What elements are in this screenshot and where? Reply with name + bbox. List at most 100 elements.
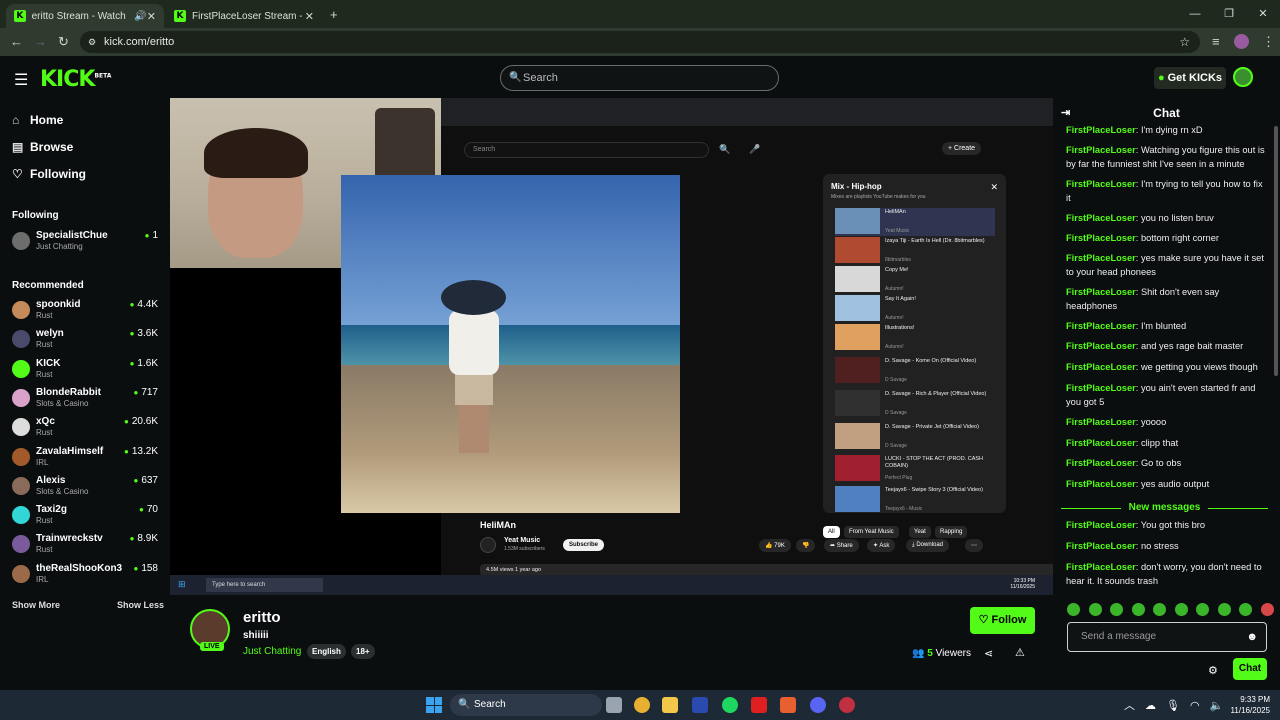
- chat-username[interactable]: FirstPlaceLoser: [1066, 458, 1136, 468]
- chat-scrollbar[interactable]: [1274, 126, 1278, 376]
- obs-icon[interactable]: [839, 697, 855, 713]
- forward-icon[interactable]: →: [34, 34, 47, 49]
- nav-home[interactable]: ⌂ Home: [12, 113, 63, 127]
- app-l-icon[interactable]: [692, 697, 708, 713]
- chat-input[interactable]: Send a message ☻: [1067, 622, 1267, 652]
- chat-username[interactable]: FirstPlaceLoser: [1066, 341, 1136, 351]
- browser-tab[interactable]: K FirstPlaceLoser Stream - Watch ✕: [166, 4, 322, 28]
- mic-icon[interactable]: 🎙: [1166, 699, 1180, 712]
- tray-chevron-icon[interactable]: ︿: [1124, 697, 1135, 713]
- chat-username[interactable]: FirstPlaceLoser: [1066, 213, 1136, 223]
- url-field[interactable]: ⚙ kick.com/eritto ☆: [80, 31, 1200, 53]
- youtube-icon[interactable]: [751, 697, 767, 713]
- report-icon[interactable]: ⚠: [1015, 646, 1025, 659]
- chat-username[interactable]: FirstPlaceLoser: [1066, 541, 1136, 551]
- sidebar-channel[interactable]: xQc Rust ● 20.6K: [12, 416, 162, 444]
- sidebar-channel[interactable]: Trainwreckstv Rust ● 8.9K: [12, 533, 162, 561]
- media-control-icon[interactable]: ≡: [1212, 34, 1220, 49]
- window-close-icon[interactable]: ✕: [1246, 0, 1280, 28]
- profile-avatar[interactable]: [1234, 34, 1249, 49]
- windows-start-icon[interactable]: [426, 697, 442, 713]
- browser-tab-active[interactable]: K eritto Stream - Watch Live o 🔊 ✕: [6, 4, 164, 28]
- stream-video-player[interactable]: Search 🔍 🎤 + Create Mix - Hip-hop Mixes …: [170, 98, 1053, 595]
- nav-following[interactable]: ♡ Following: [12, 167, 86, 181]
- chrome-icon[interactable]: [634, 697, 650, 713]
- chat-username[interactable]: FirstPlaceLoser: [1066, 562, 1136, 572]
- channel-username[interactable]: eritto: [243, 609, 281, 626]
- chat-username[interactable]: FirstPlaceLoser: [1066, 321, 1136, 331]
- sidebar-channel[interactable]: theRealShooKon3 IRL ● 158: [12, 563, 162, 591]
- emoji-picker-icon[interactable]: ☻: [1246, 623, 1258, 651]
- emote-icon[interactable]: [1217, 603, 1231, 616]
- new-tab-icon[interactable]: +: [330, 7, 338, 22]
- taskbar-clock[interactable]: 9:33 PM 11/16/2025: [1222, 694, 1270, 716]
- chat-username[interactable]: FirstPlaceLoser: [1066, 417, 1136, 427]
- tab-close-icon[interactable]: ✕: [147, 10, 156, 23]
- bookmark-star-icon[interactable]: ☆: [1179, 31, 1190, 53]
- chat-username[interactable]: FirstPlaceLoser: [1066, 479, 1136, 489]
- user-avatar[interactable]: [1233, 67, 1253, 87]
- discord-icon[interactable]: [810, 697, 826, 713]
- sidebar-channel[interactable]: Alexis Slots & Casino ● 637: [12, 475, 162, 503]
- tab-close-icon[interactable]: ✕: [305, 10, 314, 23]
- chat-username[interactable]: FirstPlaceLoser: [1066, 287, 1136, 297]
- new-messages-divider[interactable]: New messages: [1061, 502, 1268, 513]
- kick-logo[interactable]: KICKBETA: [40, 67, 111, 92]
- share-icon[interactable]: ⋖: [984, 647, 993, 660]
- emote-icon[interactable]: [1153, 603, 1167, 616]
- hamburger-menu-icon[interactable]: ☰: [14, 70, 28, 90]
- site-info-icon[interactable]: ⚙: [88, 31, 96, 53]
- chat-username[interactable]: FirstPlaceLoser: [1066, 253, 1136, 263]
- emote-icon[interactable]: [1239, 603, 1253, 616]
- channel-viewers: ● 637: [133, 475, 158, 486]
- tag-english[interactable]: English: [307, 644, 346, 659]
- sidebar-channel[interactable]: BlondeRabbit Slots & Casino ● 717: [12, 387, 162, 415]
- show-less-button[interactable]: Show Less: [117, 600, 164, 610]
- follow-button[interactable]: ♡ Follow: [970, 607, 1035, 634]
- restore-icon[interactable]: ❐: [1212, 0, 1246, 28]
- show-more-button[interactable]: Show More: [12, 600, 60, 610]
- emote-icon[interactable]: [1131, 603, 1145, 616]
- emote-icon[interactable]: [1067, 603, 1080, 616]
- get-kicks-button[interactable]: ● Get KICKs: [1154, 67, 1226, 89]
- speaker-icon[interactable]: 🔊: [134, 11, 146, 22]
- emote-icon[interactable]: [1174, 603, 1188, 616]
- tag-18plus[interactable]: 18+: [351, 644, 375, 659]
- chat-username[interactable]: FirstPlaceLoser: [1066, 145, 1136, 155]
- chat-username[interactable]: FirstPlaceLoser: [1066, 520, 1136, 530]
- sidebar-channel[interactable]: Taxi2g Rust ● 70: [12, 504, 162, 532]
- chat-send-button[interactable]: Chat: [1233, 658, 1267, 680]
- emote-icon[interactable]: [1196, 603, 1210, 616]
- browse-icon: ▤: [12, 140, 24, 154]
- chat-username[interactable]: FirstPlaceLoser: [1066, 362, 1136, 372]
- emote-icon[interactable]: [1260, 603, 1274, 616]
- stream-category-link[interactable]: Just Chatting: [243, 646, 301, 657]
- back-icon[interactable]: ←: [10, 34, 23, 49]
- browser-menu-icon[interactable]: ⋮: [1262, 34, 1275, 50]
- chat-settings-gear-icon[interactable]: ⚙: [1208, 664, 1218, 677]
- file-explorer-icon[interactable]: [662, 697, 678, 713]
- nav-browse[interactable]: ▤ Browse: [12, 140, 73, 154]
- search-input[interactable]: 🔍 Search: [500, 65, 779, 91]
- spotify-icon[interactable]: [722, 697, 738, 713]
- sidebar-channel[interactable]: SpecialistChue Just Chatting ● 1: [12, 230, 162, 258]
- wifi-icon[interactable]: ◠: [1190, 699, 1200, 712]
- chat-username[interactable]: FirstPlaceLoser: [1066, 438, 1136, 448]
- sidebar-channel[interactable]: ZavalaHimself IRL ● 13.2K: [12, 446, 162, 474]
- taskbar-search[interactable]: 🔍 Search: [450, 694, 602, 716]
- chat-username[interactable]: FirstPlaceLoser: [1066, 233, 1136, 243]
- task-view-icon[interactable]: [606, 697, 622, 713]
- reload-icon[interactable]: ↻: [58, 34, 69, 50]
- emote-icon[interactable]: [1088, 603, 1102, 616]
- cloud-icon[interactable]: ☁: [1145, 699, 1156, 712]
- chat-username[interactable]: FirstPlaceLoser: [1066, 126, 1136, 135]
- chat-username[interactable]: FirstPlaceLoser: [1066, 179, 1136, 189]
- chat-username[interactable]: FirstPlaceLoser: [1066, 383, 1136, 393]
- sidebar-channel[interactable]: spoonkid Rust ● 4.4K: [12, 299, 162, 327]
- emote-icon[interactable]: [1110, 603, 1124, 616]
- sidebar-channel[interactable]: welyn Rust ● 3.6K: [12, 328, 162, 356]
- app-icon[interactable]: [780, 697, 796, 713]
- minimize-icon[interactable]: —: [1178, 0, 1212, 28]
- sidebar-channel[interactable]: KICK Rust ● 1.6K: [12, 358, 162, 386]
- collapse-chat-icon[interactable]: ⇥: [1061, 100, 1070, 126]
